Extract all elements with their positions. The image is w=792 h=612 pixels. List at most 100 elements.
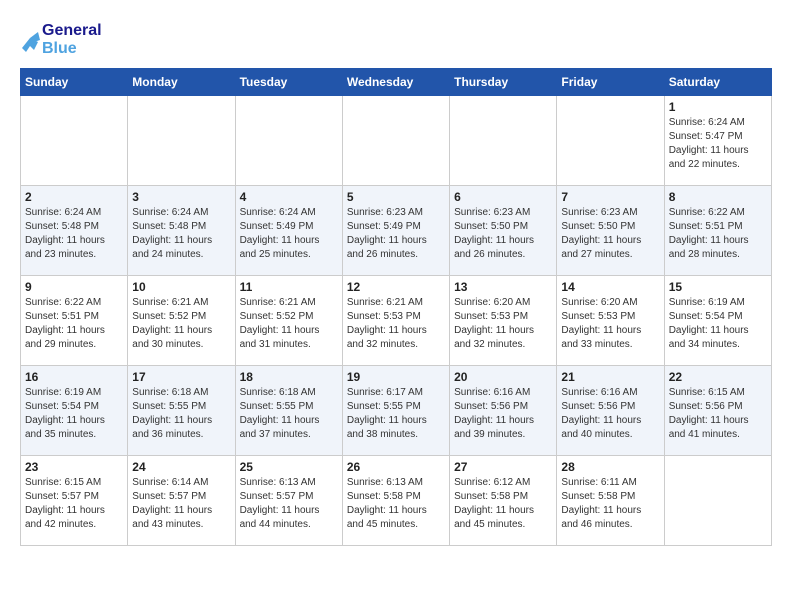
calendar-cell: 1 Sunrise: 6:24 AM Sunset: 5:47 PM Daylig…	[664, 96, 771, 186]
day-number: 11	[240, 280, 338, 294]
col-header-saturday: Saturday	[664, 69, 771, 96]
day-content: Sunrise: 6:14 AM Sunset: 5:57 PM Dayligh…	[132, 476, 230, 532]
day-content: Sunrise: 6:23 AM Sunset: 5:49 PM Dayligh…	[347, 206, 445, 262]
calendar-cell	[557, 96, 664, 186]
calendar-cell: 13Sunrise: 6:20 AM Sunset: 5:53 PM Dayli…	[450, 276, 557, 366]
calendar-cell: 7Sunrise: 6:23 AM Sunset: 5:50 PM Daylig…	[557, 186, 664, 276]
day-content: Sunrise: 6:15 AM Sunset: 5:57 PM Dayligh…	[25, 476, 123, 532]
calendar-cell: 22 Sunrise: 6:15 AM Sunset: 5:56 PM Dayli…	[664, 366, 771, 456]
day-content: Sunrise: 6:15 AM Sunset: 5:56 PM Dayligh…	[669, 386, 767, 442]
day-content: Sunrise: 6:19 AM Sunset: 5:54 PM Dayligh…	[25, 386, 123, 442]
day-content: Sunrise: 6:24 AM Sunset: 5:49 PM Dayligh…	[240, 206, 338, 262]
calendar-header-row: SundayMondayTuesdayWednesdayThursdayFrid…	[21, 69, 772, 96]
day-content: Sunrise: 6:18 AM Sunset: 5:55 PM Dayligh…	[240, 386, 338, 442]
day-content: Sunrise: 6:22 AM Sunset: 5:51 PM Dayligh…	[669, 206, 767, 262]
day-number: 2	[25, 190, 123, 204]
calendar-cell: 21 Sunrise: 6:16 AM Sunset: 5:56 PM Dayli…	[557, 366, 664, 456]
day-number: 26	[347, 460, 445, 474]
day-number: 4	[240, 190, 338, 204]
day-number: 16	[25, 370, 123, 384]
calendar-cell: 5 Sunrise: 6:23 AM Sunset: 5:49 PM Daylig…	[342, 186, 449, 276]
logo: GeneralBlue	[20, 20, 102, 60]
calendar-cell: 20 Sunrise: 6:16 AM Sunset: 5:56 PM Dayli…	[450, 366, 557, 456]
day-number: 6	[454, 190, 552, 204]
day-content: Sunrise: 6:11 AM Sunset: 5:58 PM Dayligh…	[561, 476, 659, 532]
day-number: 20	[454, 370, 552, 384]
day-number: 23	[25, 460, 123, 474]
calendar-cell: 9 Sunrise: 6:22 AM Sunset: 5:51 PM Daylig…	[21, 276, 128, 366]
calendar-cell: 2 Sunrise: 6:24 AM Sunset: 5:48 PM Daylig…	[21, 186, 128, 276]
calendar-cell: 23 Sunrise: 6:15 AM Sunset: 5:57 PM Dayli…	[21, 456, 128, 546]
calendar-cell: 14 Sunrise: 6:20 AM Sunset: 5:53 PM Dayli…	[557, 276, 664, 366]
calendar-cell	[342, 96, 449, 186]
day-number: 8	[669, 190, 767, 204]
day-content: Sunrise: 6:23 AM Sunset: 5:50 PM Dayligh…	[561, 206, 659, 262]
day-content: Sunrise: 6:16 AM Sunset: 5:56 PM Dayligh…	[454, 386, 552, 442]
day-number: 22	[669, 370, 767, 384]
logo-text: GeneralBlue	[42, 22, 102, 57]
calendar-cell	[21, 96, 128, 186]
day-number: 21	[561, 370, 659, 384]
calendar-cell: 17 Sunrise: 6:18 AM Sunset: 5:55 PM Dayli…	[128, 366, 235, 456]
day-content: Sunrise: 6:23 AM Sunset: 5:50 PM Dayligh…	[454, 206, 552, 262]
day-content: Sunrise: 6:21 AM Sunset: 5:53 PM Dayligh…	[347, 296, 445, 352]
day-number: 24	[132, 460, 230, 474]
calendar-week-row: 23 Sunrise: 6:15 AM Sunset: 5:57 PM Dayli…	[21, 456, 772, 546]
calendar-week-row: 16 Sunrise: 6:19 AM Sunset: 5:54 PM Dayli…	[21, 366, 772, 456]
calendar-cell: 24 Sunrise: 6:14 AM Sunset: 5:57 PM Dayli…	[128, 456, 235, 546]
calendar-cell: 16 Sunrise: 6:19 AM Sunset: 5:54 PM Dayli…	[21, 366, 128, 456]
calendar-cell: 3 Sunrise: 6:24 AM Sunset: 5:48 PM Daylig…	[128, 186, 235, 276]
calendar-cell: 25Sunrise: 6:13 AM Sunset: 5:57 PM Dayli…	[235, 456, 342, 546]
day-content: Sunrise: 6:24 AM Sunset: 5:48 PM Dayligh…	[25, 206, 123, 262]
day-number: 9	[25, 280, 123, 294]
col-header-wednesday: Wednesday	[342, 69, 449, 96]
day-content: Sunrise: 6:21 AM Sunset: 5:52 PM Dayligh…	[240, 296, 338, 352]
day-content: Sunrise: 6:12 AM Sunset: 5:58 PM Dayligh…	[454, 476, 552, 532]
day-number: 14	[561, 280, 659, 294]
calendar-cell: 15 Sunrise: 6:19 AM Sunset: 5:54 PM Dayli…	[664, 276, 771, 366]
page-header: GeneralBlue	[20, 20, 772, 60]
calendar-week-row: 1 Sunrise: 6:24 AM Sunset: 5:47 PM Daylig…	[21, 96, 772, 186]
calendar-cell: 4 Sunrise: 6:24 AM Sunset: 5:49 PM Daylig…	[235, 186, 342, 276]
col-header-sunday: Sunday	[21, 69, 128, 96]
calendar-cell: 18 Sunrise: 6:18 AM Sunset: 5:55 PM Dayli…	[235, 366, 342, 456]
calendar-cell	[664, 456, 771, 546]
day-content: Sunrise: 6:24 AM Sunset: 5:48 PM Dayligh…	[132, 206, 230, 262]
calendar-cell: 11 Sunrise: 6:21 AM Sunset: 5:52 PM Dayli…	[235, 276, 342, 366]
day-content: Sunrise: 6:16 AM Sunset: 5:56 PM Dayligh…	[561, 386, 659, 442]
calendar-cell: 8 Sunrise: 6:22 AM Sunset: 5:51 PM Daylig…	[664, 186, 771, 276]
col-header-monday: Monday	[128, 69, 235, 96]
day-number: 17	[132, 370, 230, 384]
col-header-friday: Friday	[557, 69, 664, 96]
day-number: 15	[669, 280, 767, 294]
day-content: Sunrise: 6:19 AM Sunset: 5:54 PM Dayligh…	[669, 296, 767, 352]
day-content: Sunrise: 6:18 AM Sunset: 5:55 PM Dayligh…	[132, 386, 230, 442]
calendar-cell: 26 Sunrise: 6:13 AM Sunset: 5:58 PM Dayli…	[342, 456, 449, 546]
calendar-cell: 28 Sunrise: 6:11 AM Sunset: 5:58 PM Dayli…	[557, 456, 664, 546]
day-content: Sunrise: 6:20 AM Sunset: 5:53 PM Dayligh…	[561, 296, 659, 352]
day-number: 18	[240, 370, 338, 384]
day-content: Sunrise: 6:21 AM Sunset: 5:52 PM Dayligh…	[132, 296, 230, 352]
calendar-cell: 12Sunrise: 6:21 AM Sunset: 5:53 PM Dayli…	[342, 276, 449, 366]
col-header-tuesday: Tuesday	[235, 69, 342, 96]
day-number: 5	[347, 190, 445, 204]
calendar-week-row: 2 Sunrise: 6:24 AM Sunset: 5:48 PM Daylig…	[21, 186, 772, 276]
day-number: 10	[132, 280, 230, 294]
day-number: 27	[454, 460, 552, 474]
calendar-cell	[450, 96, 557, 186]
day-content: Sunrise: 6:17 AM Sunset: 5:55 PM Dayligh…	[347, 386, 445, 442]
day-number: 1	[669, 100, 767, 114]
calendar-cell: 19 Sunrise: 6:17 AM Sunset: 5:55 PM Dayli…	[342, 366, 449, 456]
day-content: Sunrise: 6:13 AM Sunset: 5:58 PM Dayligh…	[347, 476, 445, 532]
day-content: Sunrise: 6:13 AM Sunset: 5:57 PM Dayligh…	[240, 476, 338, 532]
day-number: 3	[132, 190, 230, 204]
day-content: Sunrise: 6:22 AM Sunset: 5:51 PM Dayligh…	[25, 296, 123, 352]
day-number: 28	[561, 460, 659, 474]
logo-bird-icon	[20, 20, 40, 60]
calendar-cell: 6 Sunrise: 6:23 AM Sunset: 5:50 PM Daylig…	[450, 186, 557, 276]
day-number: 19	[347, 370, 445, 384]
day-number: 13	[454, 280, 552, 294]
col-header-thursday: Thursday	[450, 69, 557, 96]
calendar-week-row: 9 Sunrise: 6:22 AM Sunset: 5:51 PM Daylig…	[21, 276, 772, 366]
day-content: Sunrise: 6:24 AM Sunset: 5:47 PM Dayligh…	[669, 116, 767, 172]
